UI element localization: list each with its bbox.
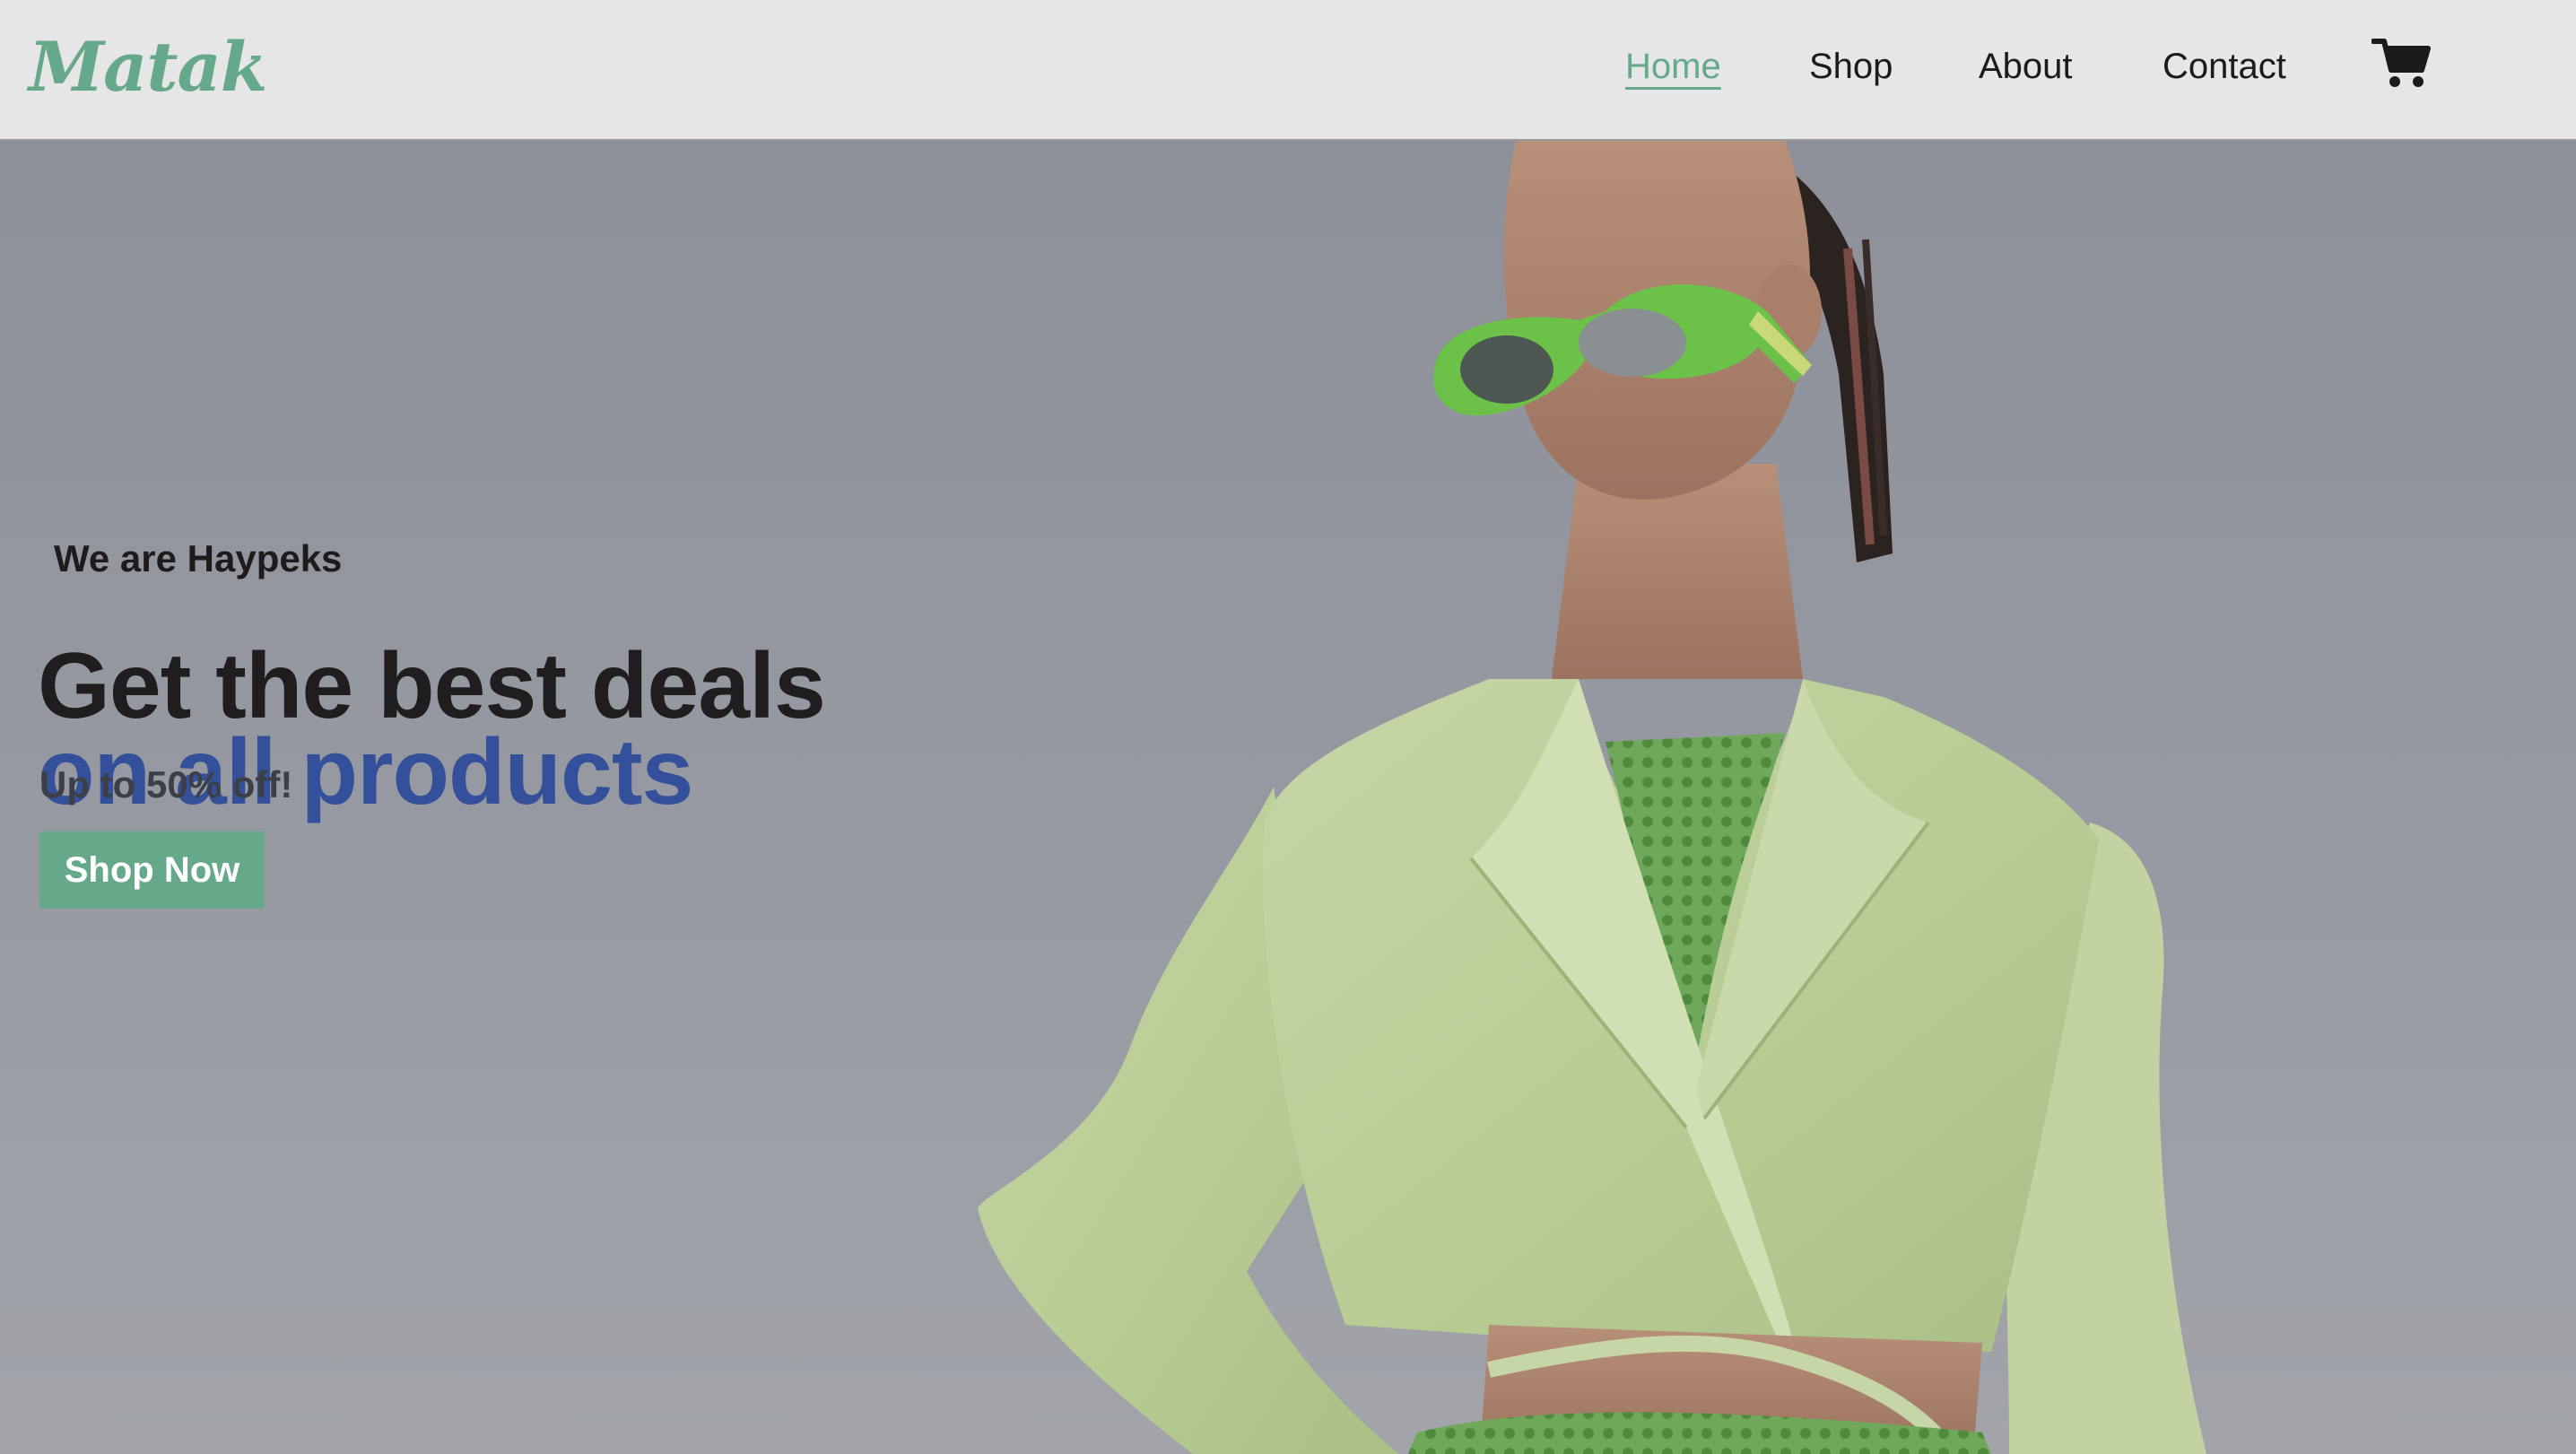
nav-link-shop[interactable]: Shop bbox=[1809, 41, 1893, 95]
nav-link-home[interactable]: Home bbox=[1625, 41, 1721, 95]
hero-eyebrow: We are Haypeks bbox=[54, 537, 343, 579]
nav-link-contact[interactable]: Contact bbox=[2163, 41, 2286, 95]
shopping-cart-icon[interactable] bbox=[2371, 36, 2431, 90]
page: Matak Home Shop About Contact We are Hay… bbox=[0, 0, 2576, 1454]
hero-discount-text: Up to 50% off! bbox=[39, 763, 293, 805]
site-header: Matak Home Shop About Contact bbox=[0, 0, 2576, 141]
site-logo[interactable]: Matak bbox=[29, 27, 267, 108]
hero-banner: We are Haypeks Get the best deals on all… bbox=[0, 141, 2576, 1454]
shop-now-button[interactable]: Shop Now bbox=[39, 831, 265, 909]
nav-link-about[interactable]: About bbox=[1979, 41, 2073, 95]
